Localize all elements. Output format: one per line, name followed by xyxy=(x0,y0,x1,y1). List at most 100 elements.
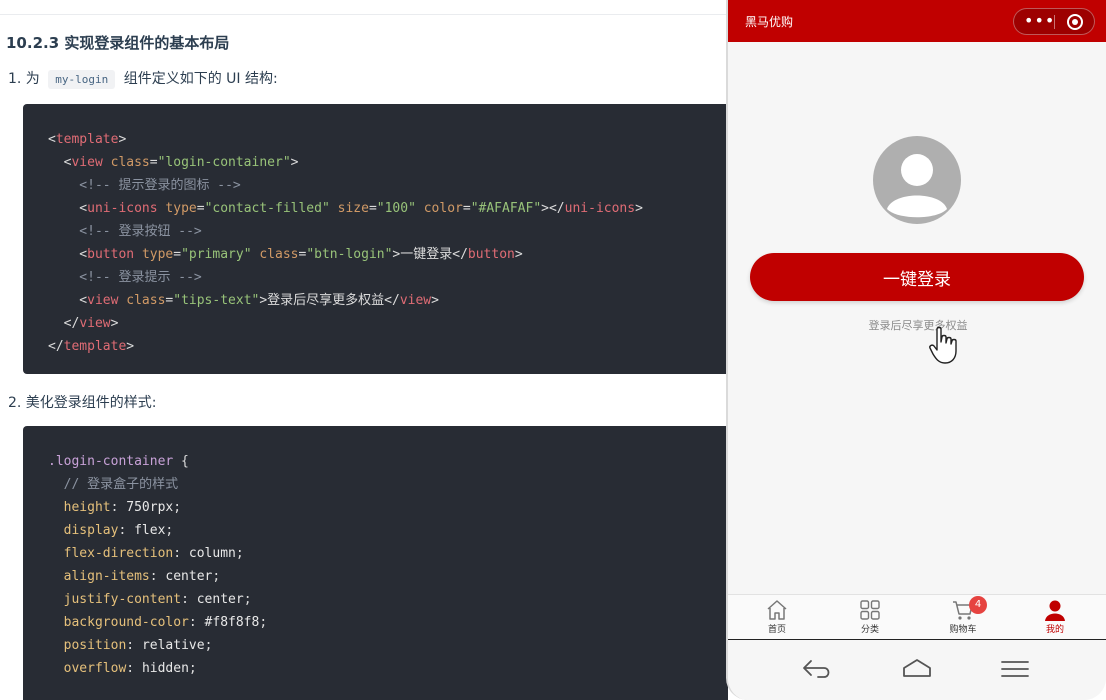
code-token: flex-direction xyxy=(48,546,174,561)
capsule-divider xyxy=(1054,15,1055,29)
code-token: ; xyxy=(173,500,182,515)
code-token: align-items xyxy=(48,569,150,584)
code-token: < xyxy=(48,155,72,170)
code-token: flex xyxy=(134,523,166,538)
code-token: = xyxy=(462,201,471,216)
code-token: uni-icons xyxy=(87,201,158,216)
tab-home[interactable]: 首页 xyxy=(747,599,807,639)
code-token: : xyxy=(149,569,166,584)
code-line: align-items: center; xyxy=(48,565,728,588)
code-token: < xyxy=(48,247,88,262)
code-token: template xyxy=(63,339,127,354)
code-token: < xyxy=(48,132,56,147)
step-1-suffix: 组件定义如下的 UI 结构: xyxy=(123,71,278,87)
code-token: // 登录盒子的样式 xyxy=(48,477,179,492)
back-icon[interactable] xyxy=(800,656,834,682)
code-token: button xyxy=(467,247,515,262)
cart-badge: 4 xyxy=(969,596,987,614)
code-token: color xyxy=(423,201,463,216)
code-token: = xyxy=(149,155,158,170)
code-token: ></ xyxy=(541,201,565,216)
divider xyxy=(0,14,728,15)
contact-filled-icon xyxy=(873,136,961,224)
step-2-text: 2. 美化登录组件的样式: xyxy=(8,395,157,411)
code-line: </view> xyxy=(48,312,728,335)
code-token: : xyxy=(110,500,127,515)
code-token: "#AFAFAF" xyxy=(470,201,542,216)
code-token: overflow xyxy=(48,661,127,676)
code-token: : xyxy=(181,592,197,607)
code-line: overflow: hidden; xyxy=(48,657,728,680)
tab-label: 首页 xyxy=(767,625,786,635)
code-token: 750rpx xyxy=(126,500,174,515)
code-token: class xyxy=(259,247,299,262)
code-token: : xyxy=(118,523,135,538)
tab-my[interactable]: 我的 xyxy=(1025,599,1085,639)
code-token: view xyxy=(87,293,119,308)
menu-icon[interactable] xyxy=(998,656,1032,682)
style-code-block: .login-container { // 登录盒子的样式 height: 75… xyxy=(23,426,728,700)
code-line: <!-- 登录按钮 --> xyxy=(48,220,728,243)
code-token: template xyxy=(55,132,119,147)
code-token: <!-- 登录提示 --> xyxy=(48,270,202,285)
home-button-icon[interactable] xyxy=(900,656,934,682)
code-token: view xyxy=(399,293,432,308)
code-token: .login-container xyxy=(48,454,174,469)
code-token: "tips-text" xyxy=(173,293,260,308)
code-line: <!-- 登录提示 --> xyxy=(48,266,728,289)
code-token: : xyxy=(188,615,205,630)
code-token: > xyxy=(110,316,119,331)
code-line: position: relative; xyxy=(48,634,728,657)
code-token: relative xyxy=(141,638,205,653)
template-code-block: <template> <view class="login-container"… xyxy=(23,104,728,374)
tab-cart[interactable]: 4 购物车 xyxy=(933,596,993,639)
code-token: class xyxy=(126,293,166,308)
system-navigation-bar xyxy=(728,640,1106,700)
code-token: </ xyxy=(48,316,80,331)
code-token: = xyxy=(173,247,182,262)
code-token: ; xyxy=(204,638,213,653)
code-token: position xyxy=(48,638,127,653)
code-token: : xyxy=(126,638,142,653)
code-token: < xyxy=(48,293,88,308)
code-token: size xyxy=(337,201,369,216)
home-icon xyxy=(767,600,787,620)
code-token: type xyxy=(165,201,197,216)
code-token: >一键登录</ xyxy=(392,247,468,262)
code-token: > xyxy=(514,247,523,262)
code-token: : xyxy=(126,661,142,676)
tab-label: 分类 xyxy=(860,625,879,635)
more-icon[interactable]: ••• xyxy=(1024,12,1054,32)
code-token: center xyxy=(165,569,213,584)
code-token: ; xyxy=(259,615,268,630)
code-line: // 登录盒子的样式 xyxy=(48,473,728,496)
code-token: > xyxy=(118,132,127,147)
tab-category[interactable]: 分类 xyxy=(840,599,900,639)
section-heading: 10.2.3 实现登录组件的基本布局 xyxy=(6,34,230,52)
step-1-prefix: 1. 为 xyxy=(8,71,40,87)
tips-text: 登录后尽享更多权益 xyxy=(868,319,968,332)
code-token: "login-container" xyxy=(157,155,291,170)
code-line: <template> xyxy=(48,128,728,151)
mini-program-capsule: ••• xyxy=(1013,8,1095,35)
code-token: < xyxy=(48,201,88,216)
code-token: class xyxy=(110,155,150,170)
code-token: "btn-login" xyxy=(306,247,393,262)
document-panel: 10.2.3 实现登录组件的基本布局 1. 为 my-login 组件定义如下的… xyxy=(0,0,728,700)
code-token: > xyxy=(126,339,135,354)
navigation-bar: 黑马优购 ••• xyxy=(728,0,1106,42)
category-grid-icon xyxy=(860,600,880,620)
code-token: type xyxy=(141,247,174,262)
login-button[interactable]: 一键登录 xyxy=(750,253,1084,301)
login-container: 一键登录 登录后尽享更多权益 xyxy=(728,42,1106,594)
code-token: ; xyxy=(212,569,221,584)
code-token: > xyxy=(635,201,643,216)
code-line: height: 750rpx; xyxy=(48,496,728,519)
code-token: = xyxy=(196,201,205,216)
code-line: <!-- 提示登录的图标 --> xyxy=(48,174,728,197)
close-icon[interactable] xyxy=(1067,14,1083,30)
code-token: hidden xyxy=(141,661,189,676)
